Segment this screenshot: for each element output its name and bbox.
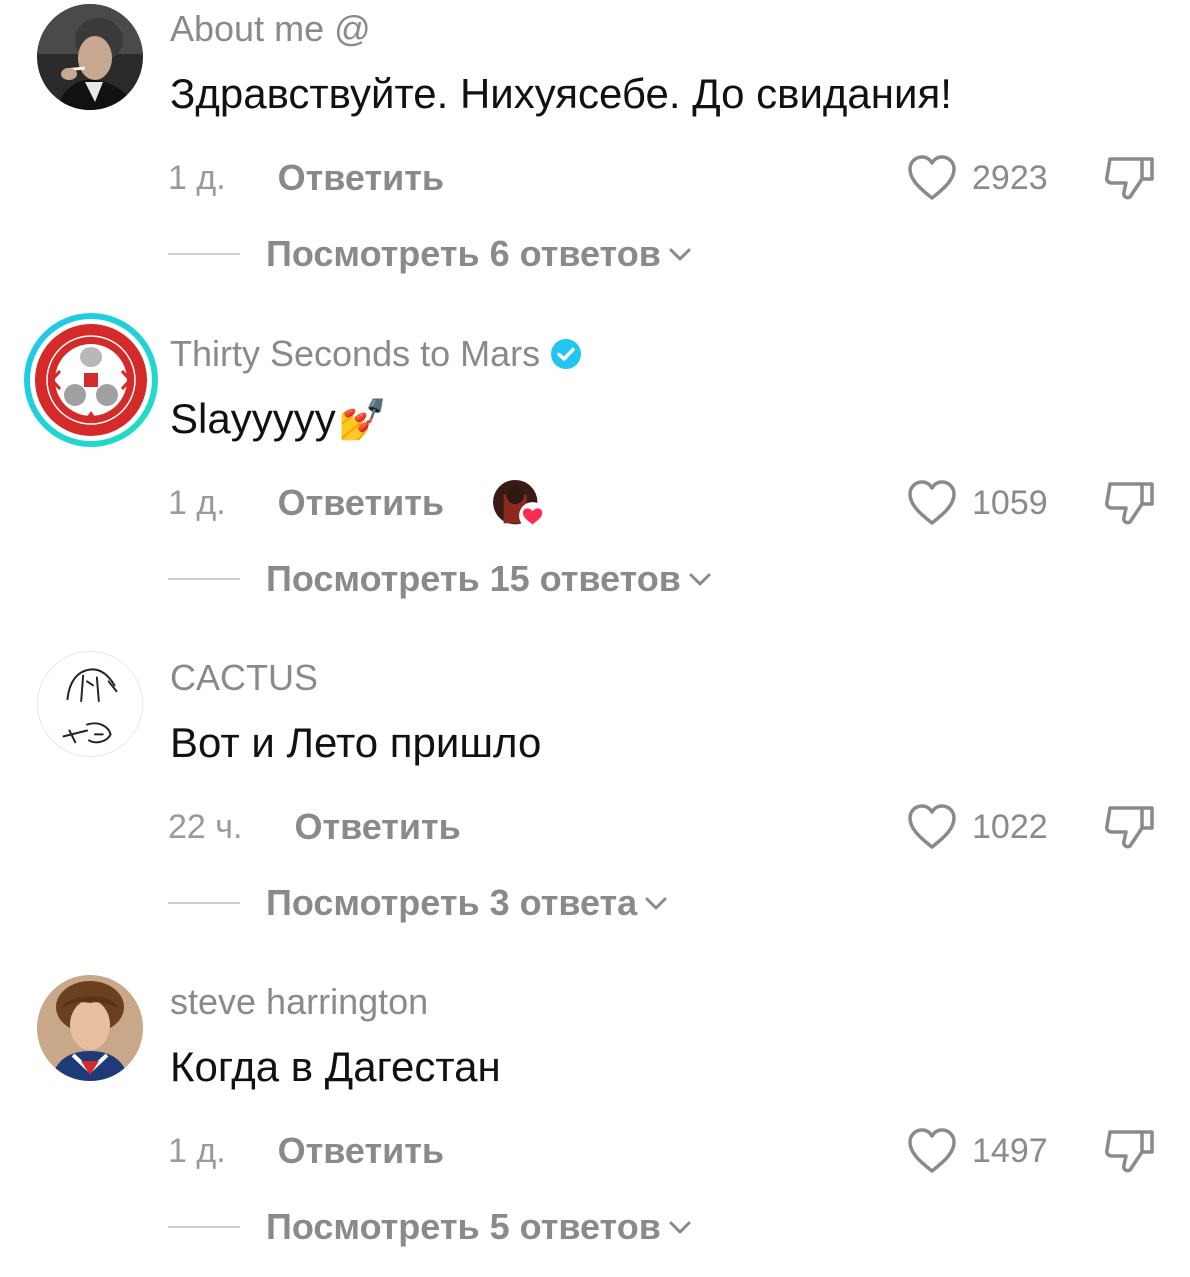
comment-text: Вот и Лето пришло — [170, 719, 541, 767]
comment-time: 1 д. — [168, 483, 226, 522]
username[interactable]: CACTUS — [170, 657, 318, 699]
comment-text: Когда в Дагестан — [170, 1043, 501, 1091]
like-button[interactable]: 1059 — [906, 479, 1058, 527]
heart-outline-icon — [908, 1128, 956, 1173]
comment-text-label: Slayyyyy — [170, 395, 336, 442]
view-replies-button[interactable]: Посмотреть 3 ответа — [168, 879, 669, 927]
view-replies-label: Посмотреть 5 ответов — [266, 1206, 661, 1247]
comment-time: 1 д. — [168, 158, 226, 197]
band-logo-avatar-icon — [24, 313, 158, 447]
view-replies-label: Посмотреть 15 ответов — [266, 558, 681, 599]
chevron-down-icon — [689, 573, 711, 586]
verified-badge-icon — [551, 339, 582, 369]
avatar[interactable] — [37, 4, 143, 110]
likes-group: 2923 — [906, 154, 1158, 202]
man-smoking-avatar-icon — [37, 4, 143, 110]
thumbs-down-icon[interactable] — [1102, 478, 1158, 528]
view-replies-button[interactable]: Посмотреть 5 ответов — [168, 1203, 693, 1251]
reply-button[interactable]: Ответить — [294, 806, 460, 848]
like-button[interactable]: 2923 — [906, 154, 1058, 202]
comment-item: About me @ Здравствуйте. Нихуясебе. До с… — [0, 0, 1190, 324]
heart-outline-icon — [908, 480, 956, 525]
view-replies-button[interactable]: Посмотреть 15 ответов — [168, 555, 713, 603]
reply-button[interactable]: Ответить — [278, 482, 444, 524]
divider — [168, 253, 240, 255]
thumbs-down-icon[interactable] — [1102, 1126, 1158, 1176]
like-count: 2923 — [972, 158, 1048, 197]
view-replies-label: Посмотреть 6 ответов — [266, 233, 661, 274]
comment-text: Здравствуйте. Нихуясебе. До свидания! — [170, 70, 952, 118]
username-label: About me @ — [170, 8, 371, 49]
sketch-avatar-icon — [38, 652, 142, 756]
heart-outline-icon — [908, 155, 956, 200]
username-label: CACTUS — [170, 657, 319, 698]
username[interactable]: About me @ — [170, 8, 371, 50]
comment-text-label: Вот и Лето пришло — [170, 719, 542, 766]
username-label: Thirty Seconds to Mars — [170, 333, 541, 374]
likes-group: 1059 — [906, 479, 1158, 527]
comment-meta: 1 д. Ответить 2923 — [168, 154, 1168, 202]
reply-button[interactable]: Ответить — [278, 157, 444, 199]
like-button[interactable]: 1022 — [906, 803, 1058, 851]
username[interactable]: steve harrington — [170, 981, 428, 1023]
comments-list: About me @ Здравствуйте. Нихуясебе. До с… — [0, 0, 1190, 1277]
comment-text: Slayyyyy 💅 — [170, 395, 388, 443]
like-button[interactable]: 1497 — [906, 1127, 1058, 1175]
creator-liked-badge — [492, 479, 547, 530]
divider — [168, 902, 240, 904]
comment-meta: 1 д. Ответить 1497 — [168, 1127, 1168, 1175]
thumbs-down-icon[interactable] — [1102, 802, 1158, 852]
chevron-down-icon — [669, 248, 691, 261]
nail-polish-emoji: 💅 — [337, 397, 388, 442]
thumbs-down-icon[interactable] — [1102, 153, 1158, 203]
like-count: 1497 — [972, 1131, 1048, 1170]
comment-time: 1 д. — [168, 1131, 226, 1170]
comment-meta: 22 ч. Ответить 1022 — [168, 803, 1168, 851]
avatar[interactable] — [22, 311, 160, 449]
comment-item: steve harrington Когда в Дагестан 1 д. О… — [0, 973, 1190, 1277]
comment-meta: 1 д. Ответить 1059 — [168, 479, 1168, 530]
likes-group: 1022 — [906, 803, 1158, 851]
heart-outline-icon — [908, 804, 956, 849]
comment-item: Thirty Seconds to Mars Slayyyyy 💅 1 д. О… — [0, 313, 1190, 649]
chevron-down-icon — [645, 897, 667, 910]
divider — [168, 578, 240, 580]
view-replies-button[interactable]: Посмотреть 6 ответов — [168, 230, 693, 278]
likes-group: 1497 — [906, 1127, 1158, 1175]
comment-text-label: Когда в Дагестан — [170, 1043, 501, 1090]
divider — [168, 1226, 240, 1228]
like-count: 1022 — [972, 807, 1048, 846]
avatar[interactable] — [37, 975, 143, 1081]
comment-item: CACTUS Вот и Лето пришло 22 ч. Ответить … — [0, 649, 1190, 973]
young-man-avatar-icon — [37, 975, 143, 1081]
comment-text-label: Здравствуйте. Нихуясебе. До свидания! — [170, 70, 952, 117]
comment-time: 22 ч. — [168, 807, 243, 846]
creator-liked-avatar-icon — [493, 479, 547, 530]
view-replies-label: Посмотреть 3 ответа — [266, 882, 638, 923]
chevron-down-icon — [669, 1221, 691, 1234]
reply-button[interactable]: Ответить — [278, 1130, 444, 1172]
username[interactable]: Thirty Seconds to Mars — [170, 333, 582, 375]
like-count: 1059 — [972, 483, 1048, 522]
avatar[interactable] — [37, 651, 143, 757]
username-label: steve harrington — [170, 981, 429, 1022]
